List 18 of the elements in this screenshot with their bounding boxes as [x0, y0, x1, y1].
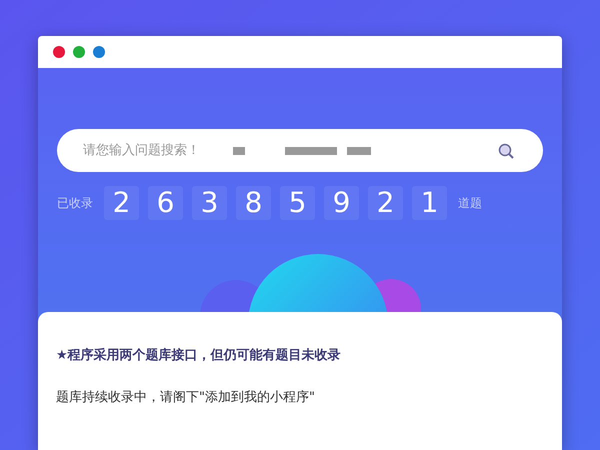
search-field[interactable]: 请您输入问题搜索！	[57, 129, 543, 172]
counter-digit: 8	[236, 186, 271, 220]
redaction-bar	[285, 146, 337, 154]
counter-digit: 2	[368, 186, 403, 220]
counter-digit: 9	[324, 186, 359, 220]
counter-digit: 5	[280, 186, 315, 220]
redaction-bar	[233, 146, 245, 154]
counter-digit: 1	[412, 186, 447, 220]
search-input[interactable]: 请您输入问题搜索！	[83, 140, 233, 160]
counter-digit: 6	[148, 186, 183, 220]
search-icon[interactable]	[497, 142, 515, 160]
redaction-bar	[347, 146, 371, 154]
counter-digit: 3	[192, 186, 227, 220]
counter-digit: 2	[104, 186, 139, 220]
notice-text: 题库持续收录中，请阁下"添加到我的小程序"	[56, 388, 316, 406]
counter-suffix: 道题	[458, 195, 482, 212]
notice-text: ★程序采用两个题库接口，但仍可能有题目未收录	[56, 346, 342, 365]
counter-prefix: 已收录	[57, 195, 93, 212]
